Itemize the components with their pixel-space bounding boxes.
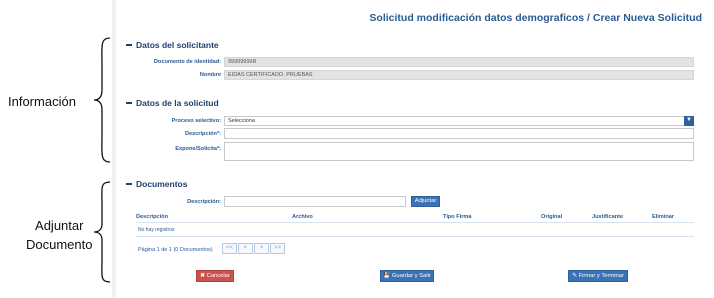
sign-button-label: Firmar y Terminar — [578, 273, 624, 279]
annotation-adjuntar: Adjuntar Documento — [26, 216, 92, 254]
section-documentos-header[interactable]: Documentos — [126, 179, 187, 189]
table-divider — [136, 222, 694, 223]
pagination-controls: << < > >> — [222, 243, 286, 254]
section-documentos-title: Documentos — [136, 179, 188, 189]
doc-descripcion-label: Descripción: — [187, 199, 221, 205]
descripcion-label: Descripción*: — [184, 131, 221, 137]
doc-descripcion-input[interactable] — [224, 196, 406, 207]
first-page-button[interactable]: << — [222, 243, 237, 254]
empty-table-message: No hay registros — [138, 227, 175, 233]
section-solicitud-title: Datos de la solicitud — [136, 98, 219, 108]
form-panel: Solicitud modificación datos demografico… — [112, 0, 710, 298]
brace-adjuntar — [93, 181, 111, 283]
column-header-eliminar[interactable]: Eliminar — [652, 214, 674, 220]
collapse-icon — [126, 183, 132, 185]
table-divider — [136, 236, 694, 237]
section-solicitante-title: Datos del solicitante — [136, 40, 219, 50]
prev-page-button[interactable]: < — [238, 243, 253, 254]
section-solicitud-header[interactable]: Datos de la solicitud — [126, 98, 219, 108]
cancel-button[interactable]: ✖ Cancelar — [196, 270, 234, 282]
brace-informacion — [93, 37, 111, 163]
section-solicitante-header[interactable]: Datos del solicitante — [126, 40, 219, 50]
save-icon: 💾 — [383, 273, 391, 279]
column-header-justificante[interactable]: Justificante — [592, 214, 623, 220]
proceso-selectivo-select[interactable]: Selecciona ▼ — [224, 116, 694, 126]
last-page-button[interactable]: >> — [270, 243, 285, 254]
collapse-icon — [126, 102, 132, 104]
cancel-button-label: Cancelar — [206, 273, 230, 279]
doc-identidad-field: 99999999R — [224, 57, 694, 67]
page-title: Solicitud modificación datos demografico… — [369, 12, 702, 24]
close-icon: ✖ — [200, 273, 206, 279]
annotation-informacion: Información — [8, 94, 76, 109]
proceso-selectivo-value: Selecciona — [228, 118, 255, 124]
column-header-tipo-firma[interactable]: Tipo Firma — [443, 214, 472, 220]
nombre-field: EIDAS CERTIFICADO, PRUEBAS — [224, 70, 694, 80]
column-header-descripcion[interactable]: Descripción — [136, 214, 168, 220]
annotation-adjuntar-line2: Documento — [26, 237, 93, 252]
sign-and-finish-button[interactable]: ✎ Firmar y Terminar — [568, 270, 628, 282]
adjuntar-button[interactable]: Adjuntar — [411, 196, 440, 207]
screenshot-root: Información Adjuntar Documento Solicitud… — [0, 0, 714, 298]
chevron-down-icon[interactable]: ▼ — [684, 116, 694, 126]
pagination-summary: Página 1 de 1 (0 Documentos) — [138, 247, 213, 253]
column-header-archivo[interactable]: Archivo — [292, 214, 313, 220]
next-page-button[interactable]: > — [254, 243, 269, 254]
nombre-label: Nombre — [199, 72, 221, 78]
expone-solicita-textarea[interactable] — [224, 142, 694, 161]
pencil-icon: ✎ — [572, 273, 577, 279]
descripcion-input[interactable] — [224, 128, 694, 139]
proceso-selectivo-label: Proceso selectivo: — [171, 118, 221, 124]
column-header-original[interactable]: Original — [541, 214, 562, 220]
expone-solicita-label: Expone/Solicita*: — [175, 146, 221, 152]
save-and-exit-button[interactable]: 💾 Guardar y Salir — [380, 270, 434, 282]
collapse-icon — [126, 44, 132, 46]
annotation-adjuntar-line1: Adjuntar — [35, 218, 84, 233]
save-button-label: Guardar y Salir — [391, 273, 431, 279]
doc-identidad-label: Documento de identidad: — [153, 59, 221, 65]
